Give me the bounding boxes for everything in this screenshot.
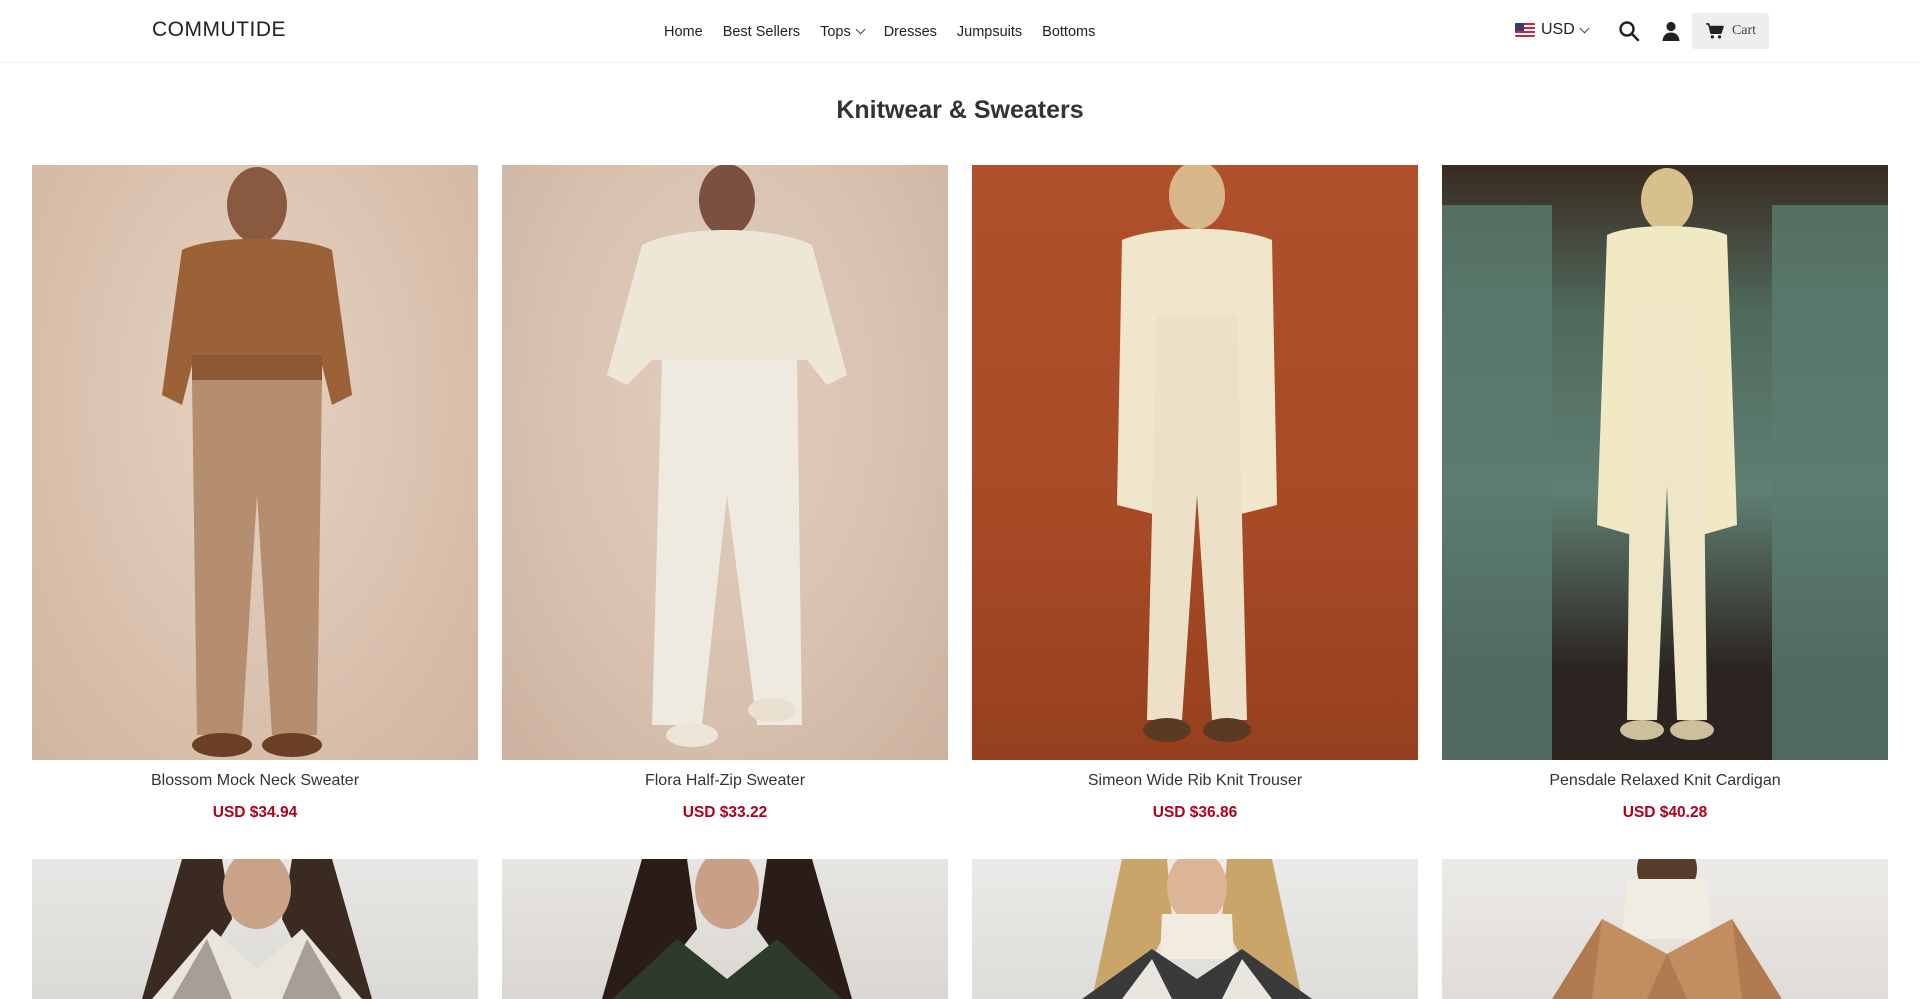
nav-dresses-label: Dresses [883, 23, 937, 40]
product-card[interactable] [1442, 859, 1888, 999]
model-photo [1082, 859, 1312, 999]
product-price: USD $34.94 [212, 804, 298, 821]
model-photo [1552, 859, 1782, 999]
nav-home[interactable]: Home [664, 24, 703, 40]
product-price: USD $33.22 [682, 804, 768, 821]
nav-bottoms[interactable]: Bottoms [1042, 24, 1095, 40]
product-name[interactable]: Simeon Wide Rib Knit Trouser [972, 772, 1418, 790]
nav-tops-label: Tops [820, 23, 851, 40]
search-button[interactable] [1618, 20, 1640, 42]
product-image[interactable] [32, 859, 478, 999]
site-logo[interactable]: COMMUTIDE [152, 18, 286, 42]
product-card[interactable] [502, 859, 948, 999]
product-price: USD $40.28 [1622, 804, 1708, 821]
model-photo [162, 167, 352, 757]
product-card[interactable]: Flora Half-Zip Sweater USD $33.22 [502, 165, 948, 821]
product-name[interactable]: Pensdale Relaxed Knit Cardigan [1442, 772, 1888, 790]
search-icon [1619, 21, 1640, 42]
currency-label: USD [1541, 21, 1575, 38]
cart-label: Cart [1731, 23, 1757, 38]
product-image[interactable] [32, 165, 478, 760]
product-name[interactable]: Blossom Mock Neck Sweater [32, 772, 478, 790]
model-photo [602, 859, 852, 999]
chevron-down-icon [855, 24, 866, 35]
chevron-down-icon [1579, 23, 1590, 33]
cart-button[interactable]: Cart [1692, 13, 1769, 49]
product-image[interactable] [1442, 859, 1888, 999]
collection-title: Knitwear & Sweaters [836, 96, 1084, 124]
nav-tops[interactable]: Tops [820, 23, 866, 40]
currency-selector[interactable]: USD [1515, 21, 1590, 39]
model-photo [607, 165, 847, 747]
nav-dresses[interactable]: Dresses [884, 24, 937, 40]
user-icon [1662, 21, 1680, 41]
product-card[interactable]: Simeon Wide Rib Knit Trouser USD $36.86 [972, 165, 1418, 821]
product-image[interactable] [972, 165, 1418, 760]
product-name[interactable]: Flora Half-Zip Sweater [502, 772, 948, 790]
product-card[interactable] [972, 859, 1418, 999]
account-button[interactable] [1660, 20, 1682, 42]
product-image[interactable] [1442, 165, 1888, 760]
model-photo [1117, 165, 1277, 742]
us-flag-icon [1515, 23, 1535, 37]
model-photo [142, 859, 372, 999]
cart-icon [1705, 23, 1724, 39]
nav-home-label: Home [664, 23, 703, 40]
nav-best-sellers[interactable]: Best Sellers [723, 24, 800, 40]
product-image[interactable] [502, 859, 948, 999]
product-image[interactable] [972, 859, 1418, 999]
nav-jumpsuits[interactable]: Jumpsuits [957, 24, 1022, 40]
product-price: USD $36.86 [1152, 804, 1238, 821]
main-nav: Home Best Sellers Tops Dresses Jumpsuits… [664, 0, 1095, 63]
model-photo [1442, 168, 1888, 760]
product-image[interactable] [502, 165, 948, 760]
nav-best-sellers-label: Best Sellers [722, 23, 801, 40]
product-card[interactable] [32, 859, 478, 999]
product-card[interactable]: Blossom Mock Neck Sweater USD $34.94 [32, 165, 478, 821]
product-card[interactable]: Pensdale Relaxed Knit Cardigan USD $40.2… [1442, 165, 1888, 821]
nav-jumpsuits-label: Jumpsuits [956, 23, 1023, 40]
nav-bottoms-label: Bottoms [1042, 23, 1096, 40]
site-header: COMMUTIDE Home Best Sellers Tops Dresses… [0, 0, 1920, 63]
